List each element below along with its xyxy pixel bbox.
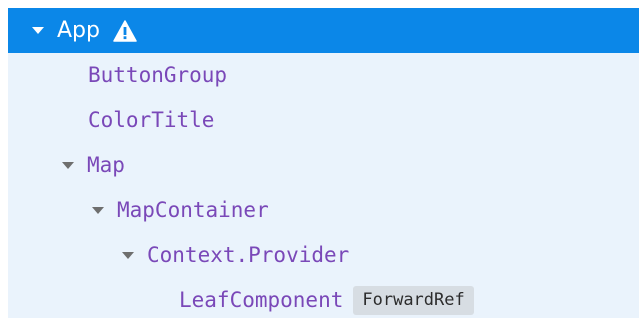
chevron-down-icon[interactable] [92, 207, 104, 214]
tree-row-map[interactable]: Map [8, 143, 639, 188]
tree-row-label: ButtonGroup [88, 63, 228, 87]
tree-row-colortitle[interactable]: ColorTitle [8, 98, 639, 143]
tree-row-label: App [57, 17, 100, 43]
tree-row-leafcomponent[interactable]: LeafComponent ForwardRef [8, 278, 639, 318]
chevron-down-icon[interactable] [32, 27, 44, 34]
warning-icon [113, 19, 137, 42]
tree-row-label: Context.Provider [147, 243, 350, 267]
tree-row-buttongroup[interactable]: ButtonGroup [8, 53, 639, 98]
tree-row-context-provider[interactable]: Context.Provider [8, 233, 639, 278]
component-tree: App ButtonGroup ColorTitle Map MapContai… [8, 8, 639, 318]
tree-row-label: Map [87, 153, 125, 177]
hoc-badge: ForwardRef [353, 286, 474, 315]
tree-row-label: LeafComponent [179, 288, 344, 312]
chevron-down-icon[interactable] [122, 252, 134, 259]
tree-row-label: MapContainer [117, 198, 269, 222]
chevron-down-icon[interactable] [62, 162, 74, 169]
tree-row-app[interactable]: App [8, 8, 639, 53]
tree-row-mapcontainer[interactable]: MapContainer [8, 188, 639, 233]
tree-row-label: ColorTitle [88, 108, 215, 132]
